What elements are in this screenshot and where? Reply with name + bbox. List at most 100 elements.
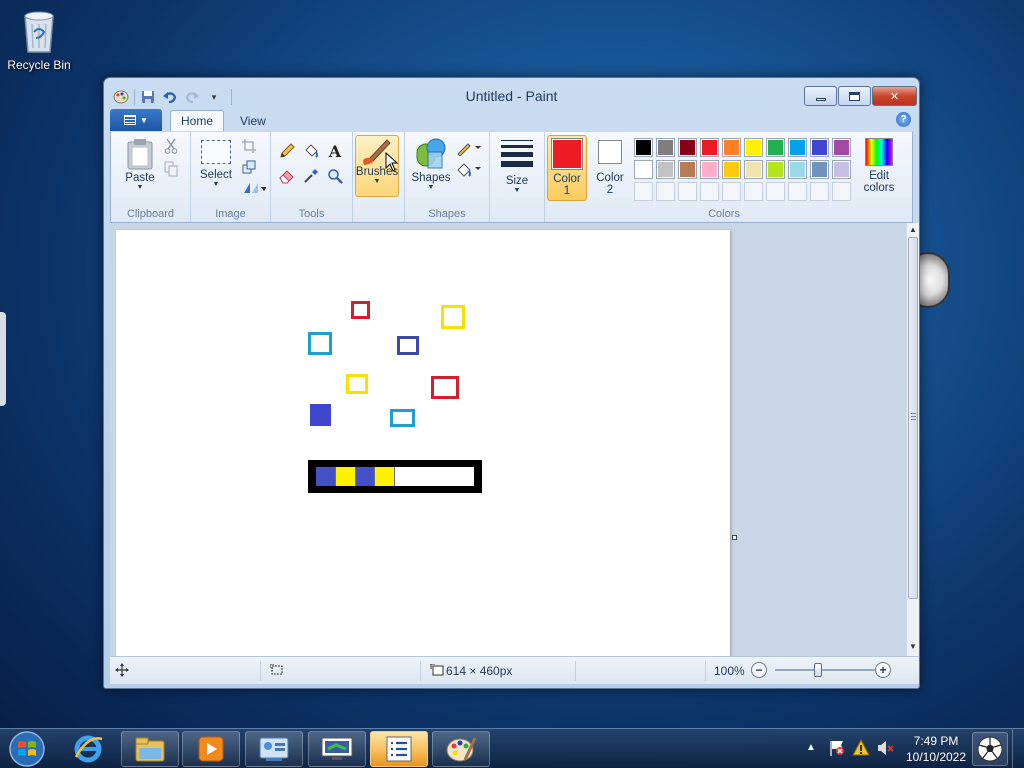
paint-icon[interactable] [432, 731, 490, 767]
shapes-group-label: Shapes [428, 208, 466, 220]
scrollbar-thumb[interactable] [908, 237, 918, 599]
progress-segment [375, 467, 395, 486]
recycle-bin-desktop-icon[interactable]: Recycle Bin [6, 6, 72, 72]
clock-date: 10/10/2022 [905, 750, 967, 764]
paste-button[interactable]: Paste ▼ [119, 138, 161, 191]
clock[interactable]: 7:49 PM 10/10/2022 [898, 733, 974, 765]
size-button[interactable]: Size ▼ [497, 140, 537, 194]
copy-icon[interactable] [161, 159, 181, 179]
palette-swatch-empty[interactable] [788, 182, 807, 201]
select-label: Select [200, 169, 232, 181]
task-list-icon[interactable] [370, 731, 428, 767]
palette-swatch[interactable] [744, 160, 763, 179]
tab-view[interactable]: View [230, 110, 276, 131]
palette-swatch[interactable] [810, 160, 829, 179]
action-center-flag-icon[interactable] [828, 739, 846, 760]
image-group: Select ▼ Image [191, 132, 271, 222]
palette-swatch[interactable] [744, 138, 763, 157]
zoom-level: 100% [714, 664, 745, 678]
zoom-slider-thumb[interactable] [814, 663, 822, 677]
show-desktop-button[interactable] [1012, 729, 1024, 768]
file-explorer-icon[interactable] [121, 731, 179, 767]
palette-swatch[interactable] [656, 160, 675, 179]
palette-swatch-empty[interactable] [766, 182, 785, 201]
vertical-scrollbar[interactable]: ▲ ▼ [906, 223, 919, 656]
palette-swatch-empty[interactable] [722, 182, 741, 201]
internet-explorer-icon[interactable] [62, 731, 114, 767]
minimize-button[interactable] [804, 86, 837, 106]
palette-swatch[interactable] [634, 160, 653, 179]
palette-swatch-empty[interactable] [810, 182, 829, 201]
zoom-slider-track[interactable] [775, 663, 885, 677]
palette-swatch[interactable] [810, 138, 829, 157]
palette-swatch[interactable] [634, 138, 653, 157]
palette-swatch[interactable] [766, 160, 785, 179]
palette-swatch[interactable] [788, 160, 807, 179]
text-tool-icon[interactable]: A [324, 140, 346, 162]
clock-time: 7:49 PM [913, 734, 959, 748]
volume-muted-icon[interactable] [876, 739, 894, 760]
scroll-down-icon[interactable]: ▼ [909, 642, 917, 651]
resize-icon[interactable] [239, 157, 259, 177]
palette-swatch-empty[interactable] [744, 182, 763, 201]
cut-icon[interactable] [161, 136, 181, 156]
outline-icon[interactable] [455, 138, 483, 158]
paint-menu-button[interactable]: ▼ [110, 109, 162, 131]
title-bar[interactable]: ▾ Untitled - Paint ✕ [104, 78, 919, 110]
drawing-canvas[interactable] [116, 230, 730, 656]
help-icon[interactable]: ? [896, 112, 911, 127]
warning-icon[interactable] [852, 738, 870, 760]
tab-home[interactable]: Home [170, 110, 225, 131]
minimize-icon [815, 97, 826, 101]
palette-swatch-empty[interactable] [700, 182, 719, 201]
edit-colors-button[interactable]: Edit colors [857, 138, 901, 194]
color2-button[interactable]: Color 2 [591, 138, 629, 196]
palette-swatch[interactable] [700, 138, 719, 157]
fill-bucket-icon[interactable] [455, 159, 483, 179]
select-button[interactable]: Select ▼ [195, 140, 237, 188]
palette-swatch[interactable] [832, 160, 851, 179]
rotate-icon[interactable] [239, 178, 269, 198]
pencil-icon[interactable] [276, 140, 298, 162]
color1-label: Color [553, 173, 581, 185]
magnifier-icon[interactable] [324, 165, 346, 187]
maximize-button[interactable] [838, 86, 871, 106]
close-button[interactable]: ✕ [872, 86, 917, 106]
fill-icon[interactable] [300, 140, 322, 162]
crop-icon[interactable] [239, 136, 259, 156]
eraser-icon[interactable] [276, 165, 298, 187]
start-button[interactable] [2, 730, 52, 768]
palette-swatch[interactable] [700, 160, 719, 179]
user-avatar[interactable] [972, 732, 1008, 766]
palette-swatch[interactable] [656, 138, 675, 157]
color-picker-icon[interactable] [300, 165, 322, 187]
palette-swatch[interactable] [722, 138, 741, 157]
palette-swatch[interactable] [722, 160, 741, 179]
show-hidden-icons-icon[interactable]: ▲ [806, 742, 816, 753]
remote-desktop-icon[interactable] [308, 731, 366, 767]
palette-swatch-empty[interactable] [832, 182, 851, 201]
control-panel-icon[interactable] [245, 731, 303, 767]
scroll-up-icon[interactable]: ▲ [909, 225, 917, 234]
canvas-dimensions: 614 × 460px [446, 664, 513, 678]
chevron-down-icon: ▼ [140, 115, 148, 125]
palette-swatch[interactable] [832, 138, 851, 157]
palette-swatch-empty[interactable] [634, 182, 653, 201]
palette-swatch-empty[interactable] [678, 182, 697, 201]
zoom-out-icon[interactable]: − [751, 662, 767, 678]
shapes-label: Shapes [411, 172, 451, 184]
palette-swatch[interactable] [678, 138, 697, 157]
zoom-in-icon[interactable]: + [875, 662, 891, 678]
color1-button[interactable]: Color 1 [547, 135, 587, 201]
media-player-icon[interactable] [182, 731, 240, 767]
palette-swatch-empty[interactable] [656, 182, 675, 201]
shapes-button[interactable]: Shapes ▼ [411, 138, 451, 191]
line-size-icon [501, 140, 533, 167]
palette-swatch[interactable] [788, 138, 807, 157]
palette-swatch[interactable] [766, 138, 785, 157]
edit-colors-label-1: Edit [869, 170, 889, 182]
palette-swatch[interactable] [678, 160, 697, 179]
tools-group: A Tools [271, 132, 353, 222]
colors-group: Color 1 Color 2 Edit colors Colors [545, 132, 903, 222]
canvas-resize-handle[interactable] [732, 535, 737, 540]
